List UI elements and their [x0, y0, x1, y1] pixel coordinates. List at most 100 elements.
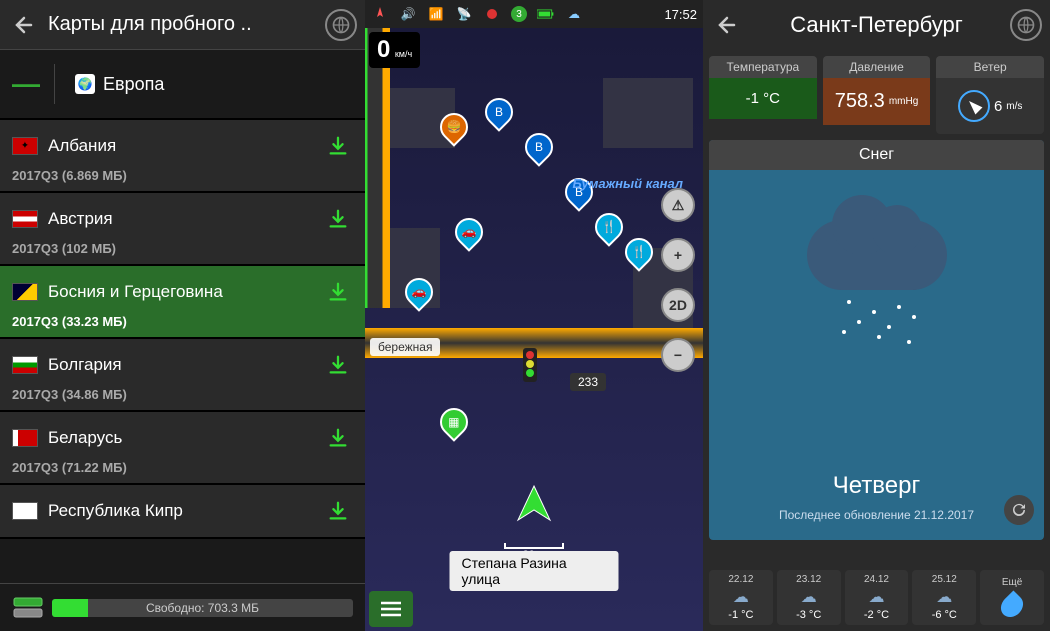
download-button[interactable] — [323, 131, 353, 161]
poi-pin[interactable]: 🍴 — [625, 238, 653, 272]
flag-icon — [12, 137, 38, 155]
cloud-icon: ☁ — [847, 587, 907, 607]
globe-icon[interactable] — [1010, 9, 1042, 41]
country-info: 2017Q3 (102 МБ) — [12, 241, 353, 256]
country-name: Албания — [48, 136, 323, 156]
pressure-card[interactable]: Давление 758.3mmHg — [823, 56, 931, 134]
country-info: 2017Q3 (6.869 МБ) — [12, 168, 353, 183]
signal-icon: 📶 — [427, 5, 445, 23]
download-button[interactable] — [323, 277, 353, 307]
flag-icon — [12, 356, 38, 374]
country-name: Болгария — [48, 355, 323, 375]
country-info: 2017Q3 (34.86 МБ) — [12, 387, 353, 402]
maps-title: Карты для пробного .. — [48, 13, 325, 36]
weather-header: Санкт-Петербург — [703, 0, 1050, 50]
menu-button[interactable] — [369, 591, 413, 627]
globe-icon[interactable] — [325, 9, 357, 41]
europe-row[interactable]: — 🌍 Европа — [0, 50, 365, 120]
zoom-out-button[interactable]: − — [661, 338, 695, 372]
poi-pin[interactable]: B — [525, 133, 553, 167]
sound-icon[interactable]: 🔊 — [399, 5, 417, 23]
europe-label: Европа — [103, 74, 164, 95]
weather-status-icon[interactable]: ☁ — [565, 5, 583, 23]
view-2d-button[interactable]: 2D — [661, 288, 695, 322]
download-button[interactable] — [323, 204, 353, 234]
metrics-row: Температура -1 °C Давление 758.3mmHg Вет… — [703, 50, 1050, 140]
forecast-item[interactable]: 25.12 ☁ -6 °C — [912, 570, 976, 625]
poi-pin[interactable]: 🚗 — [405, 278, 433, 312]
warning-button[interactable]: ⚠ — [661, 188, 695, 222]
last-update: Последнее обновление 21.12.2017 — [709, 508, 1044, 522]
weather-main: Снег Четверг Последнее обновление 21.12.… — [709, 140, 1044, 540]
forecast-item[interactable]: 22.12 ☁ -1 °C — [709, 570, 773, 625]
flag-icon — [12, 502, 38, 520]
maps-panel: Карты для пробного .. — 🌍 Европа Албания… — [0, 0, 365, 631]
country-item[interactable]: Босния и Герцеговина 2017Q3 (33.23 МБ) — [0, 266, 365, 339]
battery-icon — [537, 5, 555, 23]
navigation-panel: 🔊 📶 📡 3 ☁ 17:52 🍔 B B B 🚗 🍴 🍴 🚗 ▦ Бумажн… — [365, 0, 703, 631]
badge-icon[interactable]: 3 — [511, 6, 527, 22]
flag-icon — [12, 210, 38, 228]
poi-pin[interactable]: 🍔 — [440, 113, 468, 147]
download-button[interactable] — [323, 350, 353, 380]
weather-panel: Санкт-Петербург Температура -1 °C Давлен… — [703, 0, 1050, 631]
country-item[interactable]: Албания 2017Q3 (6.869 МБ) — [0, 120, 365, 193]
forecast-more-button[interactable]: Ещё — [980, 570, 1044, 625]
record-icon[interactable] — [483, 5, 501, 23]
country-name: Республика Кипр — [48, 501, 323, 521]
country-item[interactable]: Беларусь 2017Q3 (71.22 МБ) — [0, 412, 365, 485]
status-bar: 🔊 📶 📡 3 ☁ 17:52 — [365, 0, 703, 28]
poi-pin[interactable]: 🚗 — [455, 218, 483, 252]
satellite-icon: 📡 — [455, 5, 473, 23]
storage-progress: Свободно: 703.3 МБ — [52, 599, 353, 617]
map-view[interactable]: 🍔 B B B 🚗 🍴 🍴 🚗 ▦ Бумажный канал бережна… — [365, 28, 703, 631]
street-name: Степана Разина улица — [450, 551, 619, 591]
canal-label: Бумажный канал — [573, 176, 684, 191]
back-button[interactable] — [8, 9, 40, 41]
country-name: Босния и Герцеговина — [48, 282, 323, 302]
collapse-icon[interactable]: — — [12, 68, 42, 100]
zoom-in-button[interactable]: + — [661, 238, 695, 272]
weather-icon — [807, 220, 947, 290]
country-name: Беларусь — [48, 428, 323, 448]
refresh-button[interactable] — [1004, 495, 1034, 525]
road-label: бережная — [370, 338, 440, 356]
temperature-card[interactable]: Температура -1 °C — [709, 56, 817, 134]
day-name: Четверг — [709, 472, 1044, 500]
download-button[interactable] — [323, 496, 353, 526]
cloud-icon: ☁ — [711, 587, 771, 607]
country-item[interactable]: Республика Кипр — [0, 485, 365, 539]
storage-text: Свободно: 703.3 МБ — [52, 599, 353, 617]
country-info: 2017Q3 (33.23 МБ) — [12, 314, 353, 329]
condition-label: Снег — [709, 140, 1044, 170]
country-info: 2017Q3 (71.22 МБ) — [12, 460, 353, 475]
poi-pin[interactable]: ▦ — [440, 408, 468, 442]
country-list: Албания 2017Q3 (6.869 МБ) Австрия 2017Q3… — [0, 120, 365, 539]
maps-header: Карты для пробного .. — [0, 0, 365, 50]
country-item[interactable]: Австрия 2017Q3 (102 МБ) — [0, 193, 365, 266]
download-button[interactable] — [323, 423, 353, 453]
storage-icon — [12, 596, 44, 620]
back-button[interactable] — [711, 9, 743, 41]
country-name: Австрия — [48, 209, 323, 229]
forecast-item[interactable]: 23.12 ☁ -3 °C — [777, 570, 841, 625]
compass-icon[interactable] — [371, 5, 389, 23]
cloud-icon: ☁ — [914, 587, 974, 607]
traffic-light-icon — [523, 348, 537, 382]
wind-card[interactable]: Ветер 6m/s — [936, 56, 1044, 134]
poi-pin[interactable]: B — [485, 98, 513, 132]
forecast-item[interactable]: 24.12 ☁ -2 °C — [845, 570, 909, 625]
status-time: 17:52 — [664, 7, 697, 22]
europe-flag-icon: 🌍 — [75, 74, 95, 94]
flag-icon — [12, 283, 38, 301]
country-item[interactable]: Болгария 2017Q3 (34.86 МБ) — [0, 339, 365, 412]
poi-pin[interactable]: 🍴 — [595, 213, 623, 247]
city-title: Санкт-Петербург — [743, 12, 1010, 38]
house-number: 233 — [570, 373, 606, 391]
compass-icon — [958, 90, 990, 122]
speed-indicator: 0 км/ч — [369, 32, 420, 68]
flag-icon — [12, 429, 38, 447]
forecast-row: 22.12 ☁ -1 °C23.12 ☁ -3 °C24.12 ☁ -2 °C2… — [709, 570, 1044, 625]
storage-bar: Свободно: 703.3 МБ — [0, 583, 365, 631]
drop-icon — [997, 590, 1028, 621]
